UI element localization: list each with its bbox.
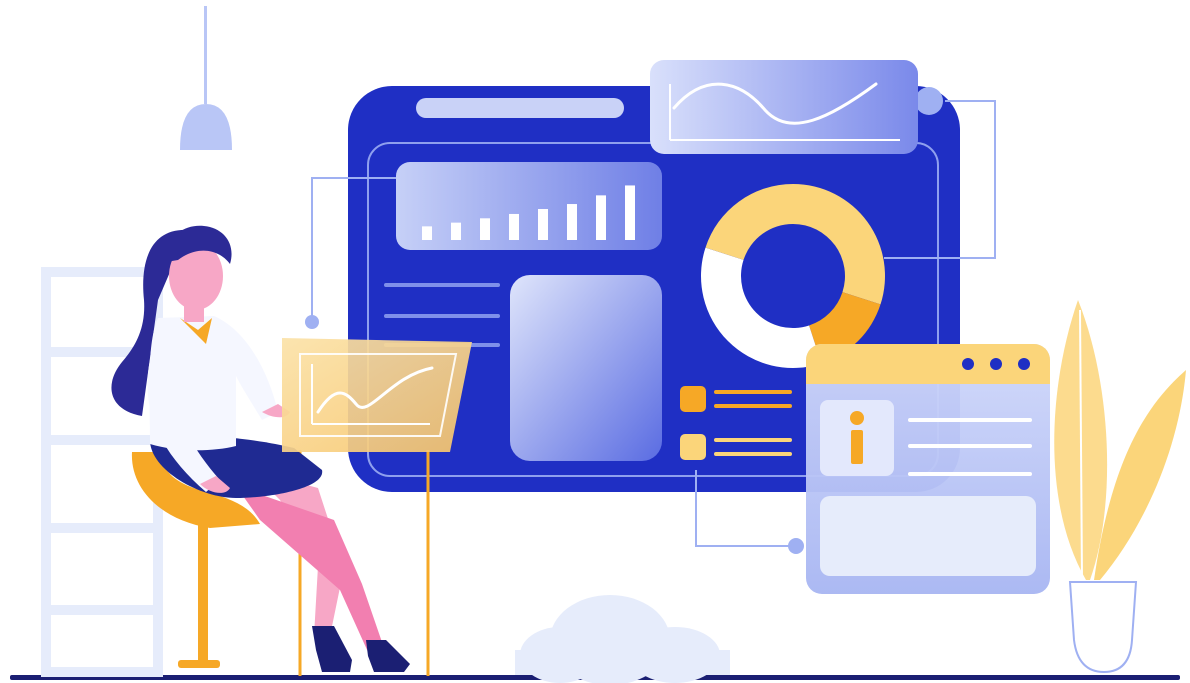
bar: [596, 195, 606, 240]
tall-card: [510, 275, 662, 461]
info-window: [806, 344, 1050, 594]
legend-swatch: [680, 386, 706, 412]
legend-swatch: [680, 434, 706, 460]
bar: [509, 213, 519, 240]
connector-dot: [305, 315, 319, 329]
bar: [451, 222, 461, 240]
ceiling-lamp-icon: [180, 6, 232, 150]
window-dot: [990, 358, 1002, 370]
connector-dot: [915, 87, 943, 115]
bar: [567, 204, 577, 240]
info-content-block: [820, 496, 1036, 576]
illustration-scene: [10, 6, 1186, 683]
bar: [480, 218, 490, 240]
drawing-board: [282, 338, 472, 452]
bar: [538, 209, 548, 240]
shoe: [366, 640, 410, 672]
info-icon: [820, 400, 894, 476]
plant-icon: [1054, 300, 1186, 674]
title-bar: [416, 98, 624, 118]
window-dot: [962, 358, 974, 370]
bar: [625, 185, 635, 240]
bar: [422, 226, 432, 240]
window-dot: [1018, 358, 1030, 370]
shoe: [312, 626, 352, 672]
bar-chart-card: [396, 162, 662, 250]
cloud-icon: [515, 595, 730, 683]
connector-dot: [788, 538, 804, 554]
line-chart-card: [650, 60, 918, 154]
